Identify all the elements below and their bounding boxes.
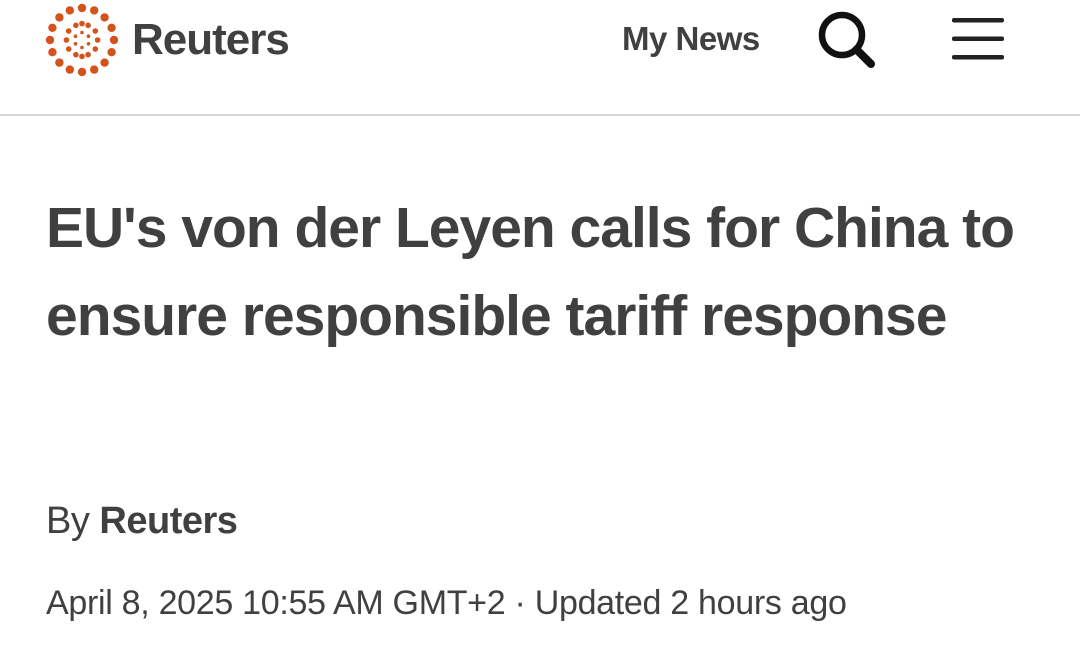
my-news-link[interactable]: My News [622, 20, 760, 58]
hamburger-menu-button[interactable] [948, 14, 1008, 64]
reuters-logo-link[interactable]: Reuters [44, 2, 290, 78]
search-button[interactable] [814, 8, 880, 70]
article-byline: By Reuters [46, 500, 238, 543]
search-icon [818, 11, 875, 68]
article-headline: EU's von der Leyen calls for China to en… [46, 196, 1015, 348]
hamburger-menu-icon [952, 18, 1004, 60]
date-separator: · [514, 584, 526, 622]
reuters-logo-icon [45, 3, 119, 77]
logo-wordmark: Reuters [132, 15, 290, 64]
author-link[interactable]: Reuters [99, 500, 238, 542]
article-dateline: April 8, 2025 10:55 AM GMT+2 · Updated 2… [46, 584, 847, 623]
article-page: Reuters My News EU's von der Leyen calls… [0, 0, 1080, 646]
byline-prefix: By [46, 500, 90, 542]
published-date: April 8, 2025 10:55 AM GMT+2 [46, 584, 506, 622]
site-header: Reuters My News [0, 0, 1080, 116]
updated-time: Updated 2 hours ago [534, 584, 847, 622]
